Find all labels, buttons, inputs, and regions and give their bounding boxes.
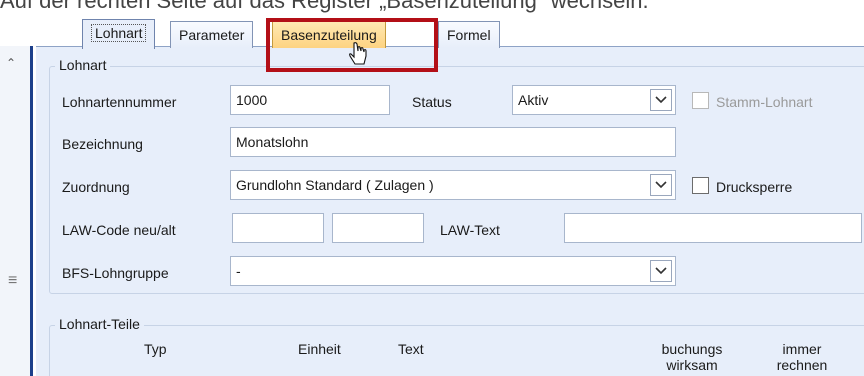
bfs-lohngruppe-label: BFS-Lohngruppe bbox=[62, 265, 169, 281]
column-header-immer-rechnen: immer rechnen bbox=[776, 341, 828, 373]
column-header-buchungs-wirksam: buchungs wirksam bbox=[661, 341, 723, 373]
zuordnung-select[interactable]: Grundlohn Standard ( Zulagen ) bbox=[230, 170, 676, 200]
law-code-alt-field[interactable] bbox=[332, 213, 424, 243]
law-code-neu-field[interactable] bbox=[232, 213, 324, 243]
chevron-down-icon[interactable] bbox=[650, 89, 672, 111]
left-sidebar: ⌃ ≡ bbox=[0, 46, 33, 376]
drucksperre-checkbox[interactable] bbox=[692, 177, 709, 194]
bfs-lohngruppe-select[interactable]: - bbox=[230, 256, 676, 286]
lohnart-group-title: Lohnart bbox=[55, 57, 111, 73]
lohnartennummer-label: Lohnartennummer bbox=[62, 94, 177, 110]
column-header-einheit: Einheit bbox=[298, 341, 341, 357]
grip-lines-icon[interactable]: ≡ bbox=[8, 272, 17, 290]
lohnartennummer-field[interactable]: 1000 bbox=[230, 85, 390, 115]
column-header-typ: Typ bbox=[144, 341, 167, 357]
tab-lohnart[interactable]: Lohnart bbox=[82, 19, 156, 49]
law-code-label: LAW-Code neu/alt bbox=[62, 222, 176, 238]
lohnart-teile-group bbox=[49, 325, 864, 376]
tab-parameter[interactable]: Parameter bbox=[170, 21, 254, 48]
chevron-down-icon[interactable] bbox=[650, 260, 672, 282]
bezeichnung-field[interactable]: Monatslohn bbox=[230, 127, 676, 157]
stamm-lohnart-checkbox[interactable] bbox=[692, 92, 709, 109]
law-text-field[interactable] bbox=[564, 213, 862, 243]
chevron-up-icon[interactable]: ⌃ bbox=[6, 56, 16, 70]
instruction-caption: Auf der rechten Seite auf das Register „… bbox=[0, 0, 649, 13]
hand-pointer-icon bbox=[348, 42, 370, 71]
lohnart-panel: Lohnart Parameter Basenzuteilung Formel … bbox=[36, 19, 864, 376]
column-header-text: Text bbox=[398, 341, 424, 357]
bezeichnung-label: Bezeichnung bbox=[62, 136, 143, 152]
stamm-lohnart-label: Stamm-Lohnart bbox=[716, 94, 813, 110]
status-label: Status bbox=[412, 94, 452, 110]
chevron-down-icon[interactable] bbox=[650, 174, 672, 196]
drucksperre-label: Drucksperre bbox=[716, 179, 793, 195]
law-text-label: LAW-Text bbox=[440, 222, 500, 238]
tab-formel[interactable]: Formel bbox=[438, 21, 500, 48]
lohnart-teile-title: Lohnart-Teile bbox=[55, 316, 144, 332]
zuordnung-label: Zuordnung bbox=[62, 179, 130, 195]
